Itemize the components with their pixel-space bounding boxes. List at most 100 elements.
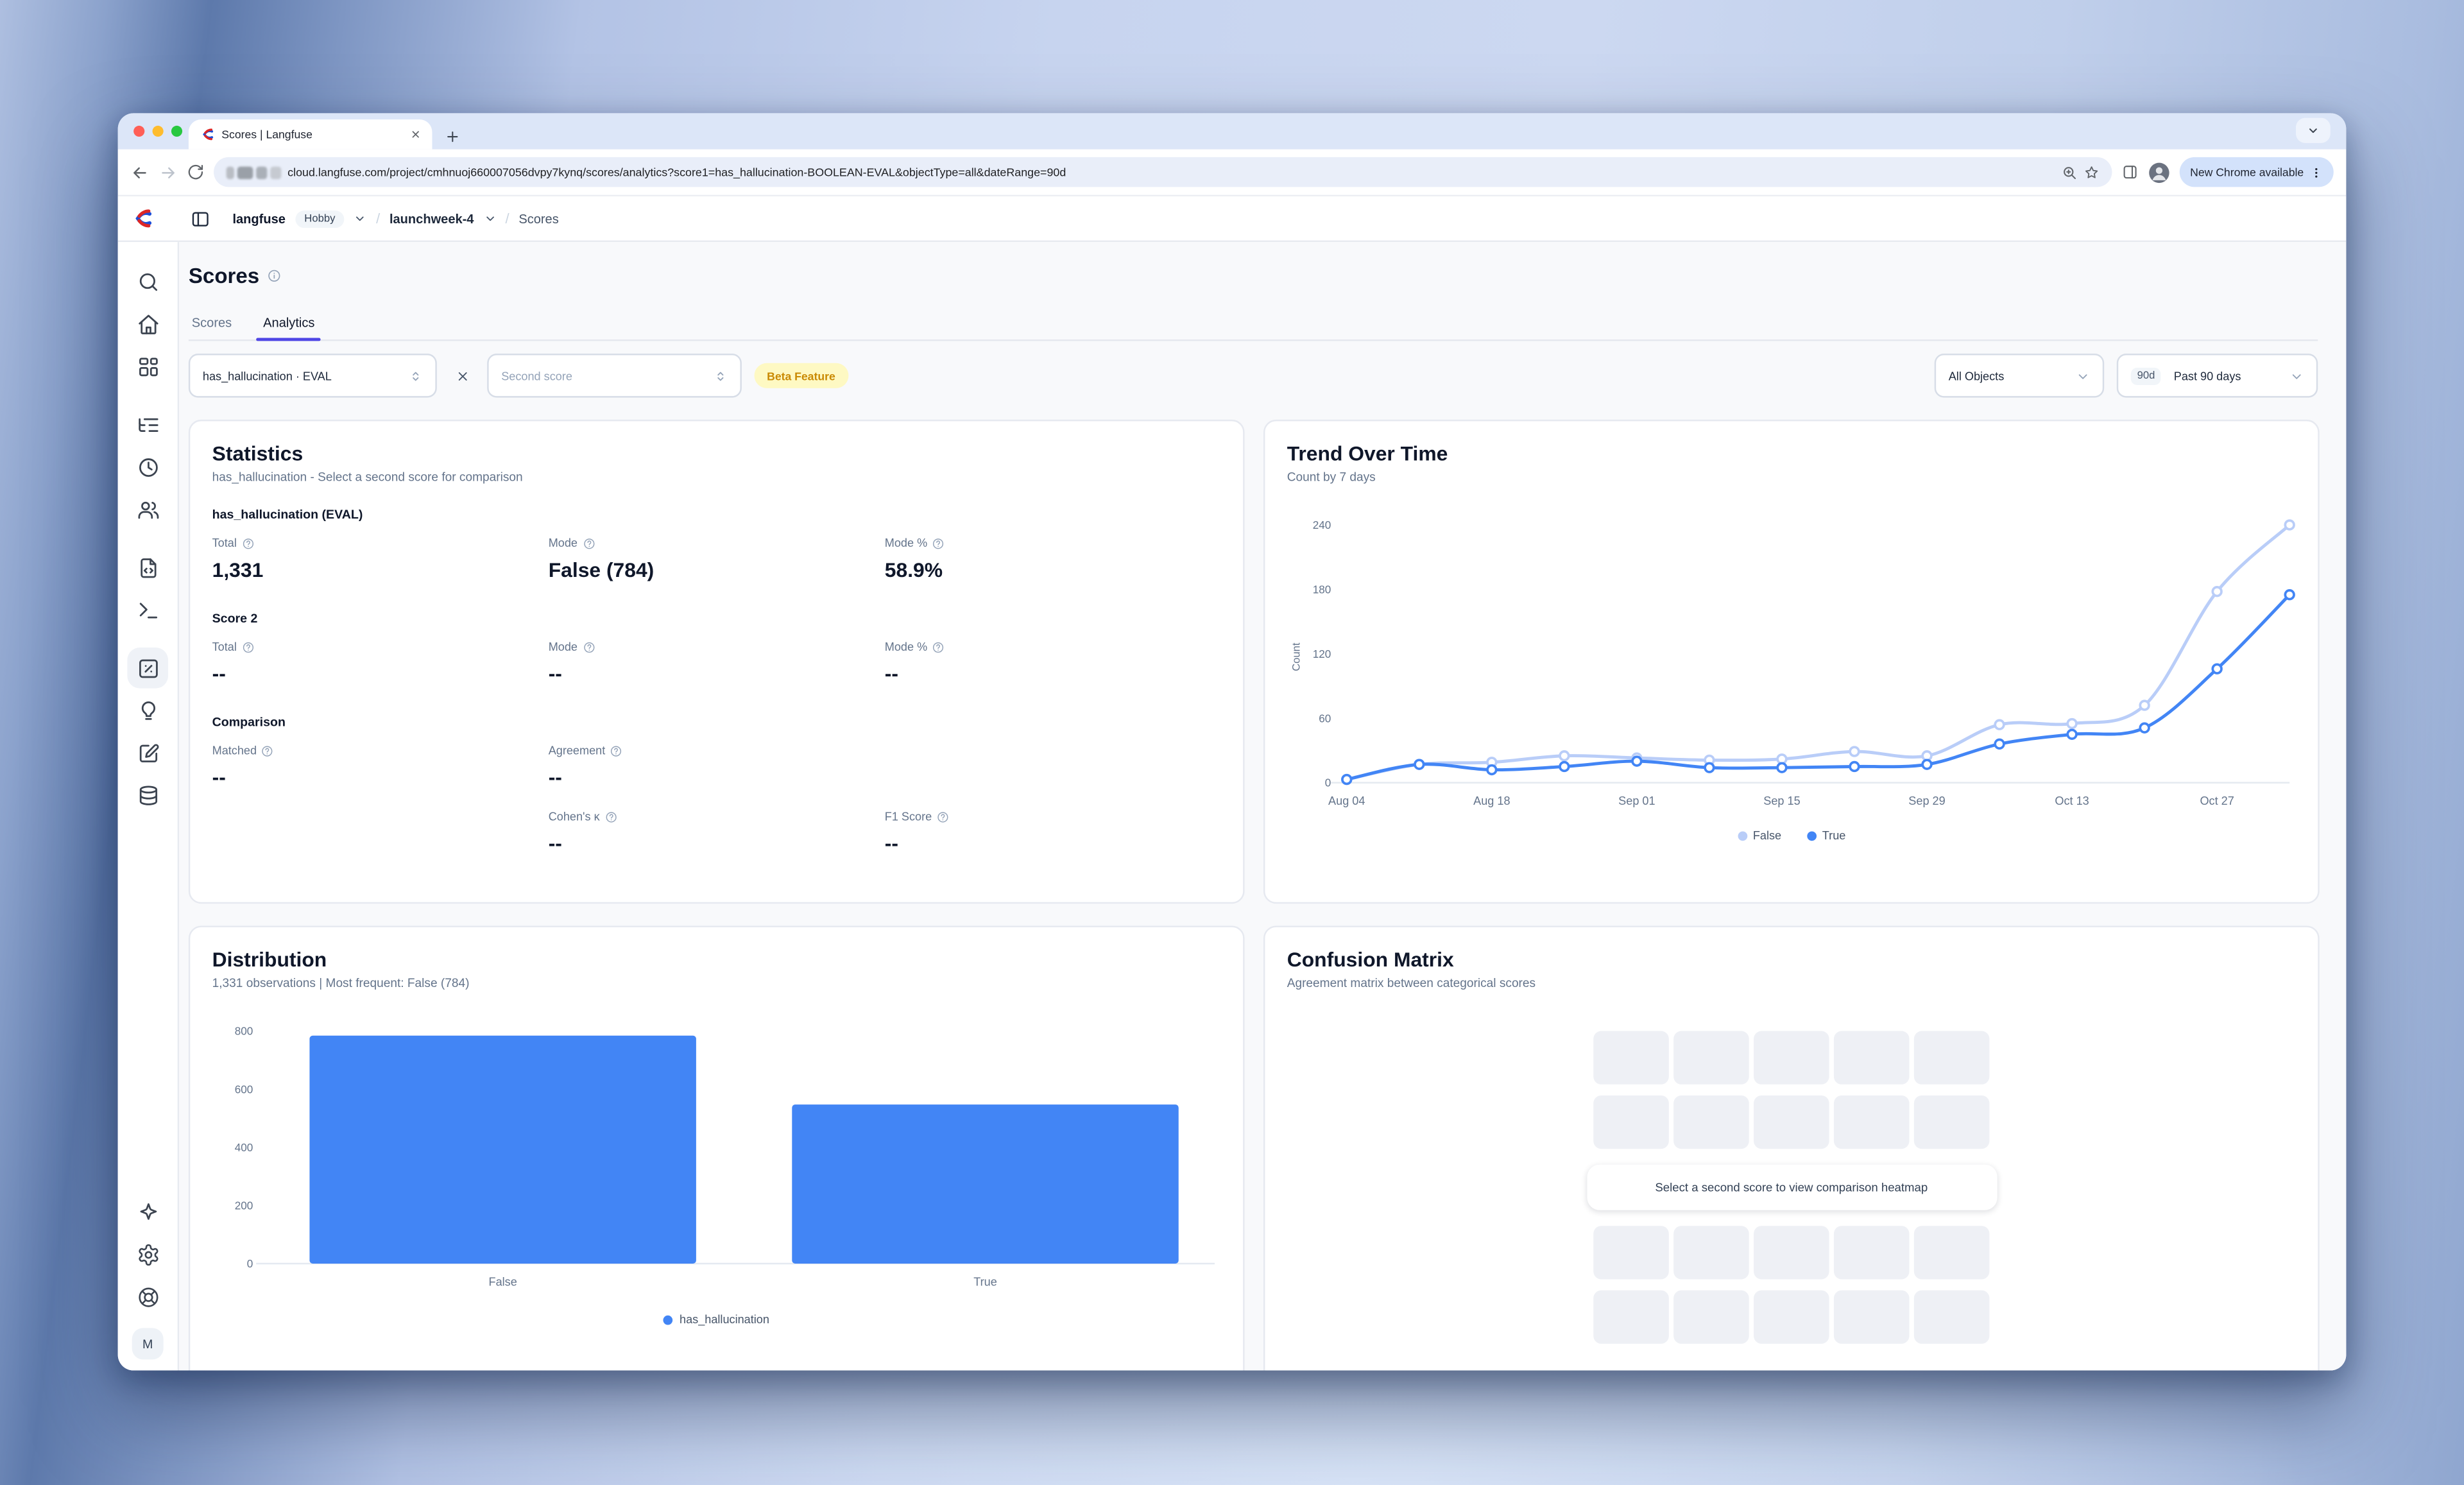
bookmark-star-icon[interactable] [2083,164,2099,180]
legend-item-score[interactable]: has_hallucination [664,1312,769,1326]
heatmap-placeholder-cell [1673,1226,1749,1279]
sidebar-toggle-icon[interactable] [190,208,210,228]
metric-label: Mode % [885,536,927,550]
search-icon [136,270,160,293]
sidebar-item-support[interactable] [127,1276,168,1318]
heatmap-placeholder-cell [1834,1291,1910,1344]
confusion-placeholder: Select a second score to view comparison… [1287,1031,2296,1344]
gear-icon [136,1242,160,1266]
breadcrumb-separator: / [376,210,380,226]
sidebar-item-dashboards[interactable] [127,346,168,387]
browser-tab-strip: Scores | Langfuse [118,113,2347,149]
help-icon[interactable] [937,810,950,823]
metric-value: -- [549,766,885,789]
site-info-redacted[interactable] [227,166,282,178]
help-icon[interactable] [582,536,595,549]
metric-label: Total [212,640,237,654]
sidebar-item-prompts[interactable] [127,547,168,588]
url-text: cloud.langfuse.com/project/cmhnuoj660007… [287,165,2055,179]
sidebar-item-annotation[interactable] [127,732,168,773]
score2-select[interactable]: Second score [487,354,742,398]
metric-label: Cohen's κ [549,809,600,823]
browser-window: Scores | Langfuse [118,113,2347,1370]
users-icon [136,497,160,521]
close-window-button[interactable] [133,126,144,137]
help-icon[interactable] [241,640,254,653]
info-icon[interactable] [267,269,281,283]
filter-bar: has_hallucination · EVAL Second score Be… [189,354,2318,398]
confusion-title: Confusion Matrix [1287,948,2296,972]
side-panel-icon[interactable] [2121,164,2138,181]
date-range-select[interactable]: 90d Past 90 days [2117,354,2318,398]
minimize-window-button[interactable] [153,126,164,137]
new-tab-button[interactable] [445,129,460,144]
close-tab-icon[interactable] [410,129,421,140]
url-bar[interactable]: cloud.langfuse.com/project/cmhnuoj660007… [214,157,2112,187]
sidebar-item-settings[interactable] [127,1233,168,1275]
home-icon [136,312,160,336]
help-icon[interactable] [582,640,595,653]
help-icon[interactable] [604,810,617,823]
score1-select[interactable]: has_hallucination · EVAL [189,354,437,398]
legend-item-true[interactable]: True [1806,828,1845,843]
svg-text:180: 180 [1313,583,1331,596]
org-name[interactable]: langfuse [232,211,285,225]
sidebar-item-tracing[interactable] [127,404,168,445]
back-icon[interactable] [130,162,149,181]
beta-feature-badge: Beta Feature [755,363,848,388]
browser-tab[interactable]: Scores | Langfuse [189,119,432,150]
help-icon[interactable] [932,536,945,549]
metric-label: F1 Score [885,809,932,823]
metric-value: -- [885,832,1221,855]
langfuse-favicon [200,127,214,141]
chrome-update-chip[interactable]: New Chrome available [2179,157,2334,187]
sidebar-item-home[interactable] [127,304,168,345]
chevrons-up-down-icon [409,368,423,382]
tab-search-button[interactable] [2296,118,2331,143]
zoom-icon[interactable] [2061,164,2076,180]
heatmap-placeholder-cell [1914,1031,1990,1085]
profile-avatar[interactable] [2148,161,2169,183]
legend-item-false[interactable]: False [1737,828,1781,843]
sidebar-item-scores[interactable] [127,648,168,689]
tab-scores[interactable]: Scores [189,309,235,339]
trend-title: Trend Over Time [1287,442,2296,465]
svg-text:True: True [973,1275,997,1288]
clear-score1-button[interactable] [449,363,474,388]
heatmap-placeholder-cell [1754,1031,1829,1085]
sidebar-item-playground[interactable] [127,589,168,630]
reload-icon[interactable] [187,164,204,181]
score1-section-heading: has_hallucination (EVAL) [212,508,1221,522]
sidebar-item-whats-new[interactable] [127,1191,168,1232]
distribution-bar-chart[interactable]: 0200400600800FalseTrue [212,1012,1224,1298]
help-icon[interactable] [261,744,274,757]
heatmap-placeholder-grid [1593,1031,1989,1149]
help-icon[interactable] [610,744,623,757]
help-icon[interactable] [932,640,945,653]
object-type-select[interactable]: All Objects [1935,354,2104,398]
help-icon[interactable] [241,536,254,549]
sidebar-item-datasets[interactable] [127,775,168,816]
trend-line-chart[interactable]: 060120180240Aug 04Aug 18Sep 01Sep 15Sep … [1287,500,2299,814]
sidebar-item-users[interactable] [127,489,168,530]
app-header: langfuse Hobby / launchweek-4 / Scores [118,196,2347,242]
score2-section-heading: Score 2 [212,612,1221,626]
plan-badge[interactable]: Hobby [295,210,345,227]
forward-icon[interactable] [158,162,177,181]
svg-text:Oct 27: Oct 27 [2200,794,2234,807]
org-chevron-down-icon[interactable] [354,212,367,225]
tab-title: Scores | Langfuse [221,127,402,141]
project-name[interactable]: launchweek-4 [389,211,474,225]
svg-text:Oct 13: Oct 13 [2055,794,2089,807]
sidebar-item-evals[interactable] [127,690,168,731]
sidebar-item-sessions[interactable] [127,447,168,488]
maximize-window-button[interactable] [171,126,182,137]
tab-analytics[interactable]: Analytics [260,309,318,339]
statistics-card: Statistics has_hallucination - Select a … [189,420,1245,904]
project-chevron-down-icon[interactable] [483,212,496,225]
metric-value: -- [549,832,885,855]
kebab-menu-icon[interactable] [2310,166,2323,178]
sidebar-item-search[interactable] [127,261,168,302]
user-avatar[interactable]: M [132,1328,164,1359]
svg-text:Sep 01: Sep 01 [1618,794,1655,807]
